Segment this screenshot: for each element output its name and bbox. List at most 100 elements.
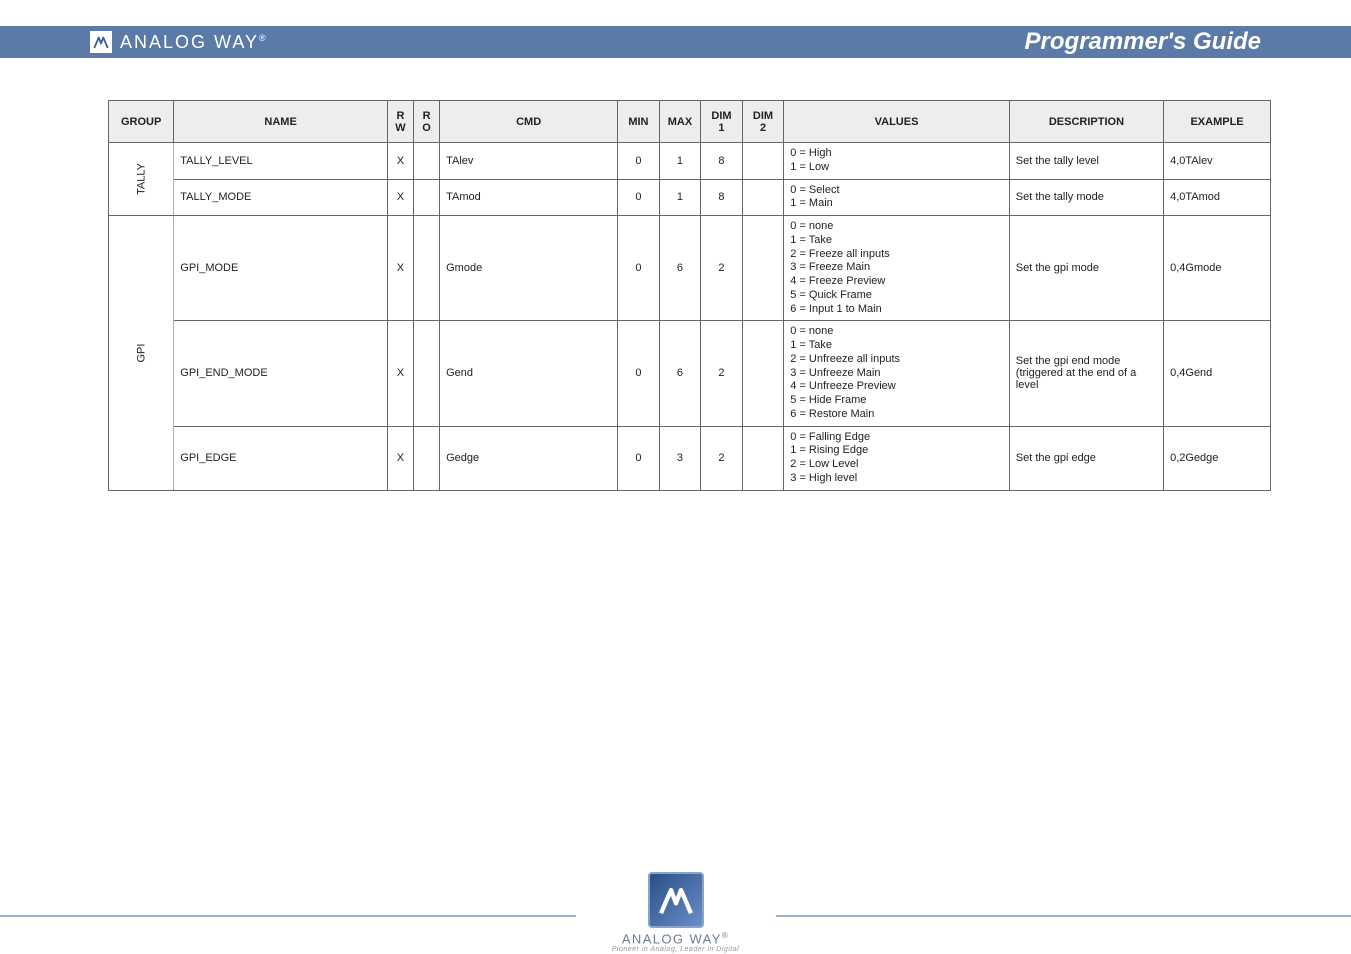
table-row: GPI_EDGEXGedge0320 = Falling Edge1 = Ris… [109,426,1271,490]
cell-example: 4,0TAlev [1164,143,1271,180]
cell-description: Set the gpi mode [1009,216,1163,321]
th-example: EXAMPLE [1164,101,1271,143]
cell-description: Set the tally level [1009,143,1163,180]
table-body: TALLYTALLY_LEVELXTAlev0180 = High1 = Low… [109,143,1271,491]
value-item: 0 = Select [790,184,1003,198]
table-row: TALLY_MODEXTAmod0180 = Select1 = MainSet… [109,179,1271,216]
cell-dim1: 8 [701,143,743,180]
value-item: 2 = Low Level [790,458,1003,472]
value-item: 1 = Low [790,161,1003,175]
footer-tagline: Pioneer in Analog, Leader in Digital [612,946,739,954]
cell-min: 0 [618,143,660,180]
cell-min: 0 [618,216,660,321]
value-item: 4 = Freeze Preview [790,275,1003,289]
cell-name: GPI_MODE [174,216,388,321]
cell-min: 0 [618,321,660,426]
table-row: TALLYTALLY_LEVELXTAlev0180 = High1 = Low… [109,143,1271,180]
cell-example: 0,4Gmode [1164,216,1271,321]
cell-ro [414,321,440,426]
cell-description: Set the tally mode [1009,179,1163,216]
value-item: 2 = Freeze all inputs [790,248,1003,262]
cell-dim2 [742,426,784,490]
cell-dim2 [742,321,784,426]
content-area: GROUP NAME R W R O CMD MIN MAX DIM 1 DIM… [108,100,1271,724]
value-item: 3 = Freeze Main [790,261,1003,275]
cell-max: 1 [659,143,701,180]
cell-rw: X [387,216,413,321]
cell-rw: X [387,321,413,426]
value-item: 1 = Main [790,197,1003,211]
value-item: 1 = Take [790,234,1003,248]
th-max: MAX [659,101,701,143]
value-item: 4 = Unfreeze Preview [790,380,1003,394]
cell-cmd: Gmode [440,216,618,321]
cell-values: 0 = none1 = Take2 = Unfreeze all inputs3… [784,321,1010,426]
cell-values: 0 = none1 = Take2 = Freeze all inputs3 =… [784,216,1010,321]
cell-cmd: TAlev [440,143,618,180]
cell-description: Set the gpi end mode (triggered at the e… [1009,321,1163,426]
footer-logo-icon [648,872,704,928]
cell-name: GPI_EDGE [174,426,388,490]
value-item: 6 = Input 1 to Main [790,303,1003,317]
th-cmd: CMD [440,101,618,143]
cell-dim1: 2 [701,216,743,321]
value-item: 3 = Unfreeze Main [790,367,1003,381]
value-item: 2 = Unfreeze all inputs [790,353,1003,367]
th-min: MIN [618,101,660,143]
th-rw: R W [387,101,413,143]
brand-logo-icon [90,31,112,53]
value-item: 1 = Rising Edge [790,444,1003,458]
cell-dim1: 2 [701,321,743,426]
command-table: GROUP NAME R W R O CMD MIN MAX DIM 1 DIM… [108,100,1271,491]
table-header: GROUP NAME R W R O CMD MIN MAX DIM 1 DIM… [109,101,1271,143]
th-group: GROUP [109,101,174,143]
th-name: NAME [174,101,388,143]
cell-min: 0 [618,426,660,490]
cell-max: 6 [659,216,701,321]
footer: ANALOG WAY® Pioneer in Analog, Leader in… [0,824,1351,954]
cell-values: 0 = Select1 = Main [784,179,1010,216]
footer-divider [0,915,1351,917]
th-dim1: DIM 1 [701,101,743,143]
header-bar: ANALOG WAY® Programmer's Guide [0,26,1351,58]
cell-dim2 [742,179,784,216]
table-row: GPIGPI_MODEXGmode0620 = none1 = Take2 = … [109,216,1271,321]
cell-example: 0,4Gend [1164,321,1271,426]
logo-glyph-icon [92,33,110,51]
cell-name: TALLY_MODE [174,179,388,216]
value-item: 5 = Quick Frame [790,289,1003,303]
value-item: 0 = High [790,147,1003,161]
cell-max: 6 [659,321,701,426]
cell-name: GPI_END_MODE [174,321,388,426]
cell-cmd: Gedge [440,426,618,490]
value-item: 5 = Hide Frame [790,394,1003,408]
cell-min: 0 [618,179,660,216]
cell-example: 0,2Gedge [1164,426,1271,490]
th-desc: DESCRIPTION [1009,101,1163,143]
cell-values: 0 = Falling Edge1 = Rising Edge2 = Low L… [784,426,1010,490]
cell-cmd: TAmod [440,179,618,216]
cell-rw: X [387,426,413,490]
cell-dim2 [742,216,784,321]
cell-ro [414,143,440,180]
th-ro: R O [414,101,440,143]
page-title: Programmer's Guide [1025,28,1261,56]
table-row: GPI_END_MODEX Gend062 0 = none1 = Take2 = … [109,321,1271,426]
cell-max: 3 [659,426,701,490]
cell-example: 4,0TAmod [1164,179,1271,216]
group-cell: GPI [109,216,174,491]
value-item: 3 = High level [790,472,1003,486]
th-values: VALUES [784,101,1010,143]
cell-ro [414,179,440,216]
brand: ANALOG WAY® [90,31,268,53]
cell-ro [414,426,440,490]
value-item: 0 = none [790,325,1003,339]
cell-ro [414,216,440,321]
cell-description: Set the gpi edge [1009,426,1163,490]
group-cell: TALLY [109,143,174,216]
cell-name: TALLY_LEVEL [174,143,388,180]
cell-cmd: Gend [440,321,618,426]
cell-rw: X [387,179,413,216]
cell-dim1: 8 [701,179,743,216]
value-item: 0 = Falling Edge [790,431,1003,445]
